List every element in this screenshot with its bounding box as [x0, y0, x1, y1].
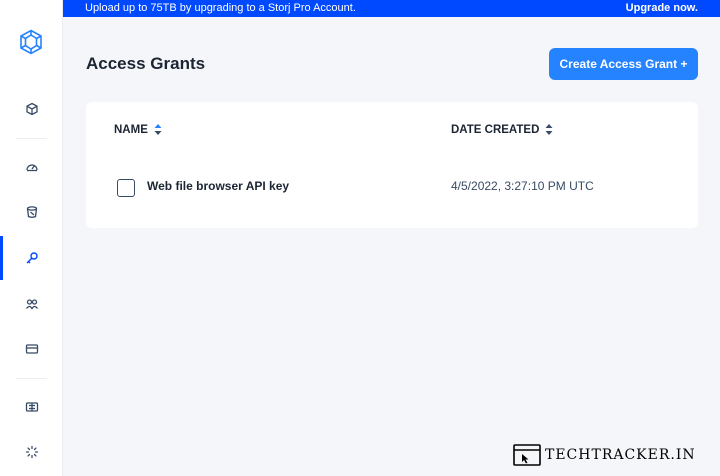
loading-icon	[25, 445, 38, 459]
sidebar	[0, 0, 63, 476]
column-header-name[interactable]: NAME	[114, 123, 162, 136]
upgrade-now-link[interactable]: Upgrade now.	[626, 0, 698, 17]
column-header-name-label: NAME	[114, 123, 148, 136]
column-header-date-created[interactable]: DATE CREATED	[451, 123, 553, 136]
nav-divider	[16, 138, 47, 139]
grant-date-created: 4/5/2022, 3:27:10 PM UTC	[451, 179, 594, 193]
sidebar-item-buckets[interactable]	[0, 190, 63, 234]
table-row[interactable]: Web file browser API key 4/5/2022, 3:27:…	[86, 166, 698, 206]
sidebar-item-project[interactable]	[0, 87, 63, 131]
upgrade-banner: Upload up to 75TB by upgrading to a Stor…	[63, 0, 720, 17]
sidebar-item-users[interactable]	[0, 282, 63, 326]
credit-card-icon	[25, 344, 38, 354]
bucket-icon	[26, 206, 37, 218]
resources-icon	[25, 402, 38, 412]
column-header-date-label: DATE CREATED	[451, 123, 540, 136]
watermark-text: TECHTRACKER.IN	[545, 447, 696, 463]
sidebar-item-billing[interactable]	[0, 327, 63, 371]
sidebar-item-resources[interactable]	[0, 385, 63, 429]
browser-cursor-icon	[513, 444, 541, 466]
gauge-icon	[25, 164, 38, 172]
cube-icon	[25, 102, 38, 116]
key-icon	[26, 252, 38, 264]
watermark: TECHTRACKER.IN	[513, 444, 696, 466]
banner-message: Upload up to 75TB by upgrading to a Stor…	[85, 2, 356, 14]
storj-logo-icon[interactable]	[18, 29, 44, 55]
grant-name: Web file browser API key	[147, 179, 290, 193]
page-title: Access Grants	[86, 54, 206, 73]
sort-icon	[154, 124, 162, 135]
sidebar-item-dashboard[interactable]	[0, 145, 63, 189]
row-checkbox[interactable]	[117, 179, 135, 197]
create-access-grant-button[interactable]: Create Access Grant +	[549, 48, 698, 80]
sort-icon	[545, 124, 553, 135]
sidebar-item-loading[interactable]	[0, 430, 63, 474]
users-icon	[25, 299, 38, 310]
access-grants-table: NAME DATE CREATED Web file browser API k…	[86, 102, 698, 228]
nav-divider	[16, 378, 47, 379]
sidebar-item-access[interactable]	[0, 236, 63, 280]
